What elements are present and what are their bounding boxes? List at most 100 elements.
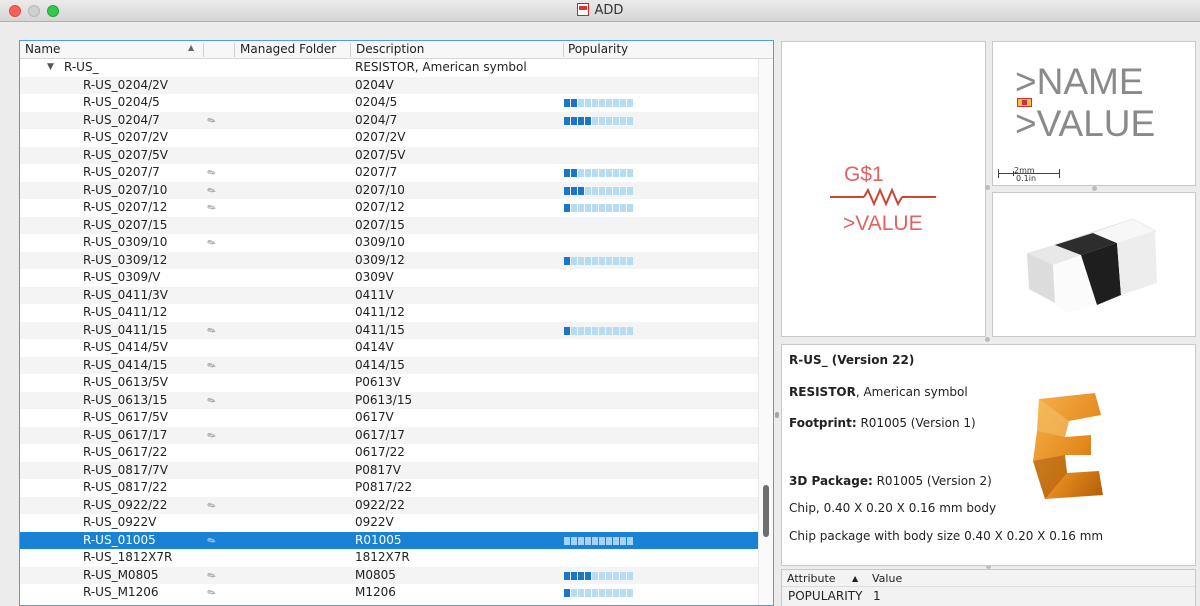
column-divider[interactable] [350,43,351,57]
table-row[interactable]: R-US_0207/15 0207/15 [20,216,760,234]
popularity-segment [578,99,584,107]
popularity-segment [599,169,605,177]
table-row[interactable]: R-US_0204/7 ✎ 0204/7 [20,111,760,129]
table-row[interactable]: R-US_0414/5V 0414V [20,339,760,357]
part-name: R-US_0411/12 [83,305,168,319]
splitter-handle[interactable] [1092,186,1097,191]
managed-folder-icon: ✎ [205,586,219,601]
column-divider[interactable] [203,43,204,57]
popularity-segment [564,589,570,597]
table-row[interactable]: R-US_M0805 ✎ M0805 [20,566,760,584]
part-name: R-US_0207/15 [83,217,168,232]
eagle-logo-icon [1033,393,1103,499]
popularity-segment [571,256,577,265]
column-divider[interactable] [563,43,564,57]
popularity-bar [564,204,633,212]
table-row[interactable]: R-US_0817/22 P0817/22 [20,479,760,497]
table-row[interactable]: R-US_0414/15 ✎ 0414/15 [20,356,760,374]
column-header-managed-folder[interactable]: Managed Folder [240,42,336,56]
table-row[interactable]: R-US_0922V 0922V [20,514,760,532]
schematic-app-icon [576,3,589,16]
part-name: R-US_0309/12 [83,252,168,267]
sort-ascending-icon[interactable]: ▲ [188,43,194,52]
popularity-segment [564,99,570,107]
popularity-segment [606,204,612,212]
popularity-segment [585,256,591,265]
column-divider[interactable] [234,43,235,57]
part-name: R-US_0204/5 [83,95,160,109]
part-description: R01005 [355,532,402,547]
popularity-segment [606,256,612,265]
popularity-bar [564,256,633,265]
popularity-bar [564,116,633,125]
chip-resistor-3d-icon [1027,218,1157,313]
part-description: P0613V [355,375,401,389]
popularity-segment [585,99,591,107]
table-row[interactable]: R-US_0817/7V P0817V [20,461,760,479]
table-row[interactable]: R-US_0204/2V 0204V [20,76,760,94]
table-row[interactable]: R-US_0922/22 ✎ 0922/22 [20,496,760,514]
popularity-segment [599,589,605,597]
popularity-segment [627,99,633,107]
table-row[interactable]: R-US_0617/5V 0617V [20,409,760,427]
part-list-panel[interactable]: Name ▲ Managed Folder Description Popula… [19,40,774,606]
attribute-row[interactable]: POPULARITY 1 [782,587,1195,606]
sort-ascending-icon[interactable]: ▲ [852,574,858,583]
table-row[interactable]: R-US_0411/12 0411/12 [20,304,760,322]
table-row[interactable]: R-US_1812X7R 1812X7R [20,549,760,567]
part-name: R-US_0207/7 [83,165,160,179]
table-row[interactable]: R-US_0207/5V 0207/5V [20,146,760,164]
part-description: 0922V [355,515,394,529]
part-name: R-US_0411/15 [83,322,168,337]
3d-package-preview[interactable] [992,192,1196,337]
popularity-segment [606,116,612,125]
table-row[interactable]: R-US_0207/7 ✎ 0207/7 [20,164,760,182]
table-row[interactable]: R-US_0207/10 ✎ 0207/10 [20,181,760,199]
window-title: ADD [0,3,1200,18]
splitter-handle[interactable] [985,337,990,342]
scrollbar-thumb[interactable] [763,485,769,537]
popularity-segment [592,326,598,335]
table-row[interactable]: R-US_0617/22 0617/22 [20,444,760,462]
table-row[interactable]: R-US_0411/15 ✎ 0411/15 [20,321,760,339]
column-header-attribute[interactable]: Attribute [787,572,836,585]
popularity-segment [571,326,577,335]
part-description: 0207/10 [355,182,405,197]
table-row[interactable]: R-US_0617/17 ✎ 0617/17 [20,426,760,444]
table-row[interactable]: R-US_0613/15 ✎ P0613/15 [20,391,760,409]
popularity-segment [620,326,626,335]
column-header-description[interactable]: Description [356,42,424,56]
popularity-segment [606,186,612,195]
list-group-row[interactable]: ▼ R-US_ RESISTOR, American symbol [20,59,760,77]
table-row[interactable]: R-US_0411/3V 0411V [20,286,760,304]
table-row[interactable]: R-US_0207/12 ✎ 0207/12 [20,199,760,217]
table-row[interactable]: R-US_M1206 ✎ M1206 [20,584,760,602]
table-row[interactable]: R-US_0207/2V 0207/2V [20,129,760,147]
popularity-segment [571,186,577,195]
popularity-segment [578,571,584,580]
part-name: R-US_0617/17 [83,427,168,442]
popularity-segment [578,326,584,335]
popularity-bar [564,571,633,580]
table-row[interactable]: R-US_0309/V 0309V [20,269,760,287]
table-row[interactable]: R-US_0309/10 ✎ 0309/10 [20,234,760,252]
table-row[interactable]: R-US_0613/5V P0613V [20,374,760,392]
popularity-bar [564,589,633,597]
part-description: 0207/12 [355,200,405,214]
table-row[interactable]: R-US_01005 ✎ R01005 [20,531,760,549]
table-row[interactable]: R-US_0309/12 0309/12 [20,251,760,269]
device-description: RESISTOR, American symbol [789,385,968,399]
part-description: 0617V [355,410,394,424]
part-name: R-US_0204/7 [83,112,160,127]
column-header-name[interactable]: Name [25,42,60,56]
table-row[interactable]: R-US_0204/5 0204/5 [20,94,760,112]
part-name: R-US_01005 [83,532,156,547]
panel-splitter-handle[interactable] [775,412,779,418]
column-header-value[interactable]: Value [872,572,902,585]
vertical-scrollbar[interactable] [758,59,773,605]
column-header-popularity[interactable]: Popularity [568,42,628,56]
splitter-handle[interactable] [985,185,990,190]
popularity-segment [585,186,591,195]
disclosure-triangle-icon[interactable]: ▼ [47,59,54,77]
popularity-segment [613,99,619,107]
